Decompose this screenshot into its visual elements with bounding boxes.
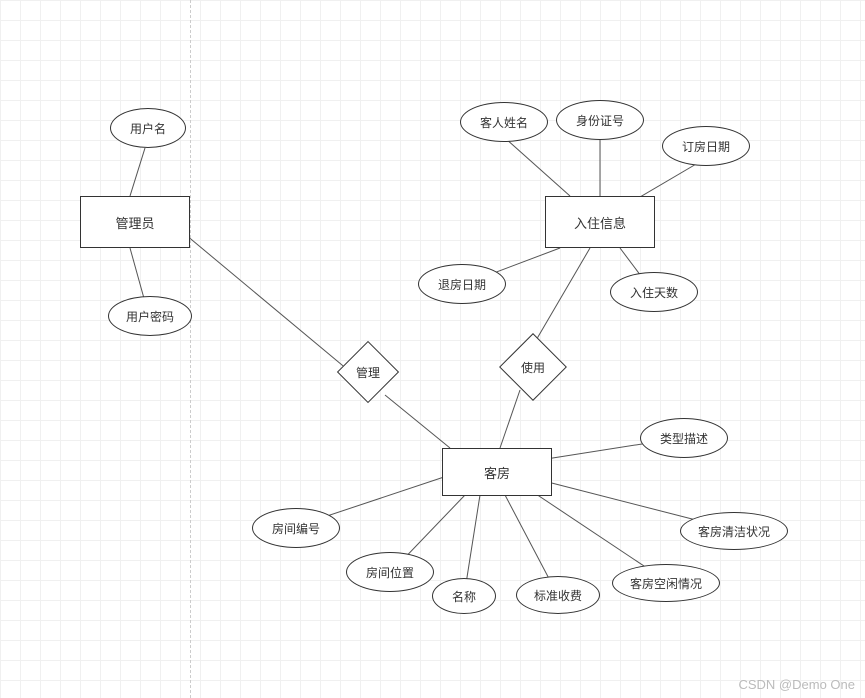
attr-idle-status[interactable]: 客房空闲情况: [612, 564, 720, 602]
attr-std-fee[interactable]: 标准收费: [516, 576, 600, 614]
relation-label: 使用: [521, 359, 545, 376]
attr-label: 用户密码: [126, 308, 174, 325]
attr-userpwd[interactable]: 用户密码: [108, 296, 192, 336]
attr-booking-date[interactable]: 订房日期: [662, 126, 750, 166]
attr-label: 名称: [452, 588, 476, 605]
attr-label: 标准收费: [534, 587, 582, 604]
entity-room[interactable]: 客房: [442, 448, 552, 496]
entity-label: 管理员: [115, 213, 154, 232]
relation-label: 管理: [356, 364, 380, 381]
entity-admin[interactable]: 管理员: [80, 196, 190, 248]
attr-label: 房间编号: [272, 520, 320, 537]
attr-clean-status[interactable]: 客房清洁状况: [680, 512, 788, 550]
entity-label: 客房: [484, 463, 510, 482]
attr-checkout-date[interactable]: 退房日期: [418, 264, 506, 304]
attr-room-loc[interactable]: 房间位置: [346, 552, 434, 592]
attr-id-number[interactable]: 身份证号: [556, 100, 644, 140]
entity-label: 入住信息: [574, 213, 626, 232]
attr-label: 客房清洁状况: [698, 523, 770, 540]
attr-label: 房间位置: [366, 564, 414, 581]
attr-label: 客人姓名: [480, 114, 528, 131]
relation-manage[interactable]: 管理: [338, 342, 398, 402]
attr-label: 入住天数: [630, 284, 678, 301]
attr-stay-days[interactable]: 入住天数: [610, 272, 698, 312]
attr-label: 退房日期: [438, 276, 486, 293]
attr-guest-name[interactable]: 客人姓名: [460, 102, 548, 142]
attr-label: 用户名: [130, 120, 166, 137]
attr-label: 类型描述: [660, 430, 708, 447]
attr-label: 订房日期: [682, 138, 730, 155]
attr-type-desc[interactable]: 类型描述: [640, 418, 728, 458]
attr-label: 身份证号: [576, 112, 624, 129]
attr-name[interactable]: 名称: [432, 578, 496, 614]
watermark-text: CSDN @Demo One: [738, 677, 855, 692]
relation-use[interactable]: 使用: [498, 332, 568, 402]
attr-label: 客房空闲情况: [630, 575, 702, 592]
entity-checkin[interactable]: 入住信息: [545, 196, 655, 248]
attr-username[interactable]: 用户名: [110, 108, 186, 148]
attr-room-no[interactable]: 房间编号: [252, 508, 340, 548]
